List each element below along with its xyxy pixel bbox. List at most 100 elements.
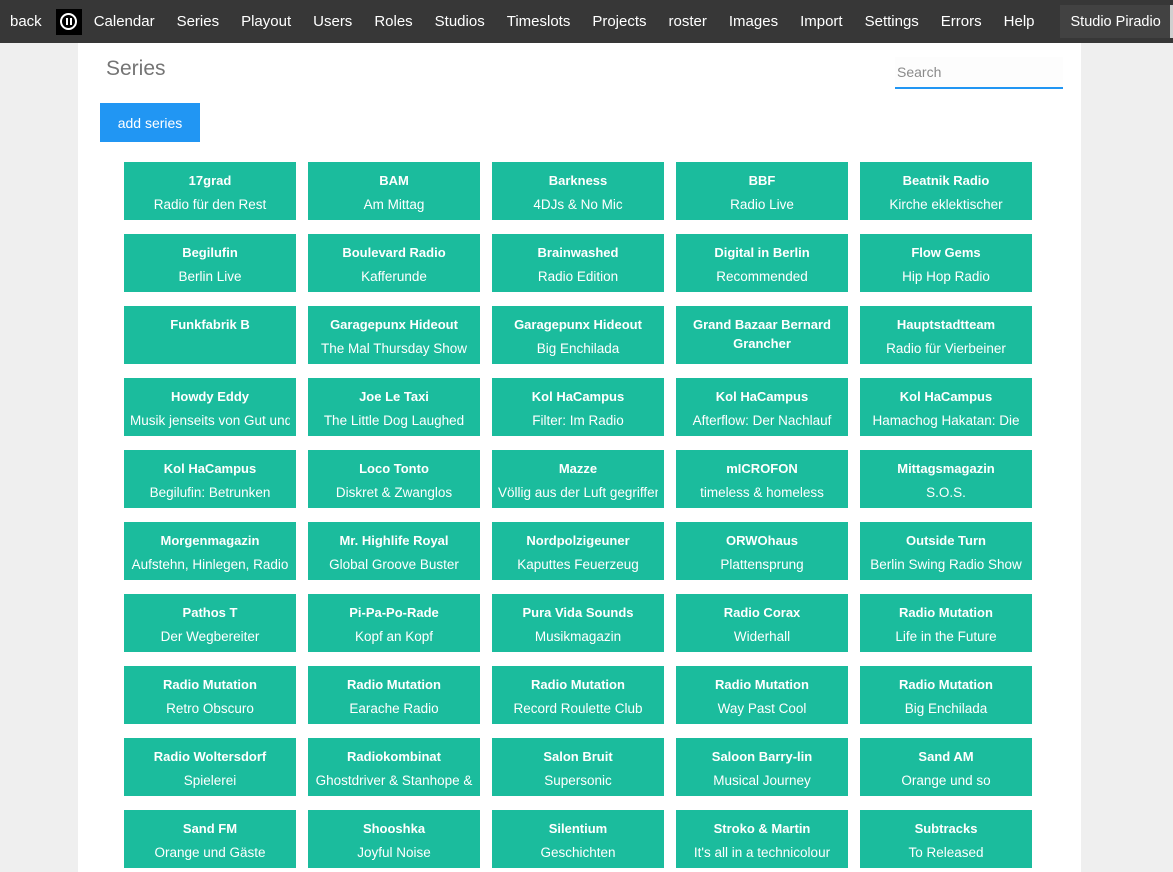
series-card-subtitle: Der Wegbereiter (130, 627, 290, 646)
nav-item-studios[interactable]: Studios (435, 13, 485, 30)
series-card-subtitle: Way Past Cool (682, 699, 842, 718)
nav-item-images[interactable]: Images (729, 13, 778, 30)
series-card[interactable]: Pura Vida SoundsMusikmagazin (492, 594, 664, 652)
series-card[interactable]: SubtracksTo Released (860, 810, 1032, 868)
series-card-title: Salon Bruit (498, 747, 658, 766)
series-card[interactable]: Radio Mutation Way Past Cool (676, 666, 848, 724)
series-card[interactable]: Sand FMOrange und Gäste (124, 810, 296, 868)
series-card-title: Flow Gems (866, 243, 1026, 262)
series-card[interactable]: Digital in BerlinRecommended (676, 234, 848, 292)
series-card-subtitle: Filter: Im Radio (498, 411, 658, 430)
series-card-subtitle: To Released (866, 843, 1026, 862)
series-card[interactable]: MazzeVöllig aus der Luft gegriffen (492, 450, 664, 508)
series-card[interactable]: Grand Bazaar Bernard Grancher (676, 306, 848, 364)
series-card[interactable]: HauptstadtteamRadio für Vierbeiner (860, 306, 1032, 364)
series-card[interactable]: Sand AMOrange und so (860, 738, 1032, 796)
nav-item-timeslots[interactable]: Timeslots (507, 13, 571, 30)
series-card[interactable]: Kol HaCampusFilter: Im Radio (492, 378, 664, 436)
series-card[interactable]: Garagepunx HideoutBig Enchilada (492, 306, 664, 364)
series-card[interactable]: ORWOhausPlattensprung (676, 522, 848, 580)
series-card[interactable]: ShooshkaJoyful Noise (308, 810, 480, 868)
series-card[interactable]: NordpolzigeunerKaputtes Feuerzeug (492, 522, 664, 580)
series-card[interactable]: Outside TurnBerlin Swing Radio Show (860, 522, 1032, 580)
series-card-subtitle: Berlin Swing Radio Show (866, 555, 1026, 574)
series-card[interactable]: SilentiumGeschichten (492, 810, 664, 868)
series-card-title: Sand FM (130, 819, 290, 838)
series-card[interactable]: Pathos TDer Wegbereiter (124, 594, 296, 652)
series-card[interactable]: Radio MutationLife in the Future (860, 594, 1032, 652)
series-card[interactable]: Joe Le TaxiThe Little Dog Laughed (308, 378, 480, 436)
series-card-title: mICROFON (682, 459, 842, 478)
nav-item-roster[interactable]: roster (669, 13, 707, 30)
piradio-logo-icon[interactable] (56, 9, 82, 35)
series-card-title: Radio Mutation (498, 675, 658, 694)
series-card[interactable]: BrainwashedRadio Edition (492, 234, 664, 292)
nav-item-series[interactable]: Series (177, 13, 220, 30)
series-card-subtitle: Life in the Future (866, 627, 1026, 646)
series-card[interactable]: Radio WoltersdorfSpielerei (124, 738, 296, 796)
series-card[interactable]: Flow GemsHip Hop Radio (860, 234, 1032, 292)
nav-item-playout[interactable]: Playout (241, 13, 291, 30)
series-card[interactable]: Mr. Highlife RoyalGlobal Groove Buster (308, 522, 480, 580)
series-card[interactable]: Radio MutationEarache Radio (308, 666, 480, 724)
series-card-title: Mr. Highlife Royal (314, 531, 474, 550)
series-card-title: Silentium (498, 819, 658, 838)
series-card[interactable]: Saloon Barry-linMusical Journey (676, 738, 848, 796)
series-card[interactable]: Barkness4DJs & No Mic (492, 162, 664, 220)
series-card[interactable]: Garagepunx HideoutThe Mal Thursday Show (308, 306, 480, 364)
series-card[interactable]: 17gradRadio für den Rest (124, 162, 296, 220)
series-card-title: Shooshka (314, 819, 474, 838)
series-card[interactable]: BegilufinBerlin Live (124, 234, 296, 292)
series-card-title: Radio Mutation (314, 675, 474, 694)
series-card-subtitle: Kaputtes Feuerzeug (498, 555, 658, 574)
series-card[interactable]: Radio MutationRetro Obscuro (124, 666, 296, 724)
series-card[interactable]: BBFRadio Live (676, 162, 848, 220)
series-card[interactable]: Radio MutationBig Enchilada (860, 666, 1032, 724)
series-card-title: BAM (314, 171, 474, 190)
studio-select[interactable]: Studio Piradio ▼ (1060, 5, 1173, 38)
nav-item-users[interactable]: Users (313, 13, 352, 30)
back-link[interactable]: back (10, 13, 42, 30)
nav-item-import[interactable]: Import (800, 13, 843, 30)
series-card-subtitle: Spielerei (130, 771, 290, 790)
series-card-subtitle: Berlin Live (130, 267, 290, 286)
series-card[interactable]: BAMAm Mittag (308, 162, 480, 220)
series-card[interactable]: Salon BruitSupersonic (492, 738, 664, 796)
series-card[interactable]: Stroko & MartinIt's all in a technicolou… (676, 810, 848, 868)
nav-item-errors[interactable]: Errors (941, 13, 982, 30)
nav-item-help[interactable]: Help (1004, 13, 1035, 30)
series-card[interactable]: Funkfabrik B (124, 306, 296, 364)
series-card[interactable]: Radio MutationRecord Roulette Club (492, 666, 664, 724)
series-card-subtitle: It's all in a technicolour (682, 843, 842, 862)
series-card-title: Grand Bazaar Bernard Grancher (682, 315, 842, 353)
series-card[interactable]: Kol HaCampusAfterflow: Der Nachlauf (676, 378, 848, 436)
series-card-subtitle: Hamachog Hakatan: Die (866, 411, 1026, 430)
series-card[interactable]: Kol HaCampusBegilufin: Betrunken (124, 450, 296, 508)
nav-item-projects[interactable]: Projects (592, 13, 646, 30)
series-card-title: Radiokombinat (314, 747, 474, 766)
series-card-title: Kol HaCampus (866, 387, 1026, 406)
series-card[interactable]: Pi-Pa-Po-RadeKopf an Kopf (308, 594, 480, 652)
series-card[interactable]: Loco TontoDiskret & Zwanglos (308, 450, 480, 508)
search-input[interactable] (895, 57, 1063, 89)
series-card-title: Radio Mutation (682, 675, 842, 694)
series-card[interactable]: Howdy EddyMusik jenseits von Gut und (124, 378, 296, 436)
page-title: Series (106, 57, 166, 81)
nav-item-calendar[interactable]: Calendar (94, 13, 155, 30)
series-card[interactable]: MittagsmagazinS.O.S. (860, 450, 1032, 508)
series-card[interactable]: MorgenmagazinAufstehn, Hinlegen, Radio (124, 522, 296, 580)
series-card-subtitle: Plattensprung (682, 555, 842, 574)
series-card[interactable]: RadiokombinatGhostdriver & Stanhope & (308, 738, 480, 796)
series-card[interactable]: mICROFONtimeless & homeless (676, 450, 848, 508)
series-card-title: Pura Vida Sounds (498, 603, 658, 622)
series-card-title: Mazze (498, 459, 658, 478)
series-card-title: Digital in Berlin (682, 243, 842, 262)
series-card-title: Joe Le Taxi (314, 387, 474, 406)
series-card[interactable]: Kol HaCampus Hamachog Hakatan: Die (860, 378, 1032, 436)
nav-item-roles[interactable]: Roles (374, 13, 412, 30)
series-card[interactable]: Radio CoraxWiderhall (676, 594, 848, 652)
series-card[interactable]: Beatnik RadioKirche eklektischer (860, 162, 1032, 220)
series-card[interactable]: Boulevard RadioKafferunde (308, 234, 480, 292)
add-series-button[interactable]: add series (100, 103, 200, 142)
nav-item-settings[interactable]: Settings (865, 13, 919, 30)
